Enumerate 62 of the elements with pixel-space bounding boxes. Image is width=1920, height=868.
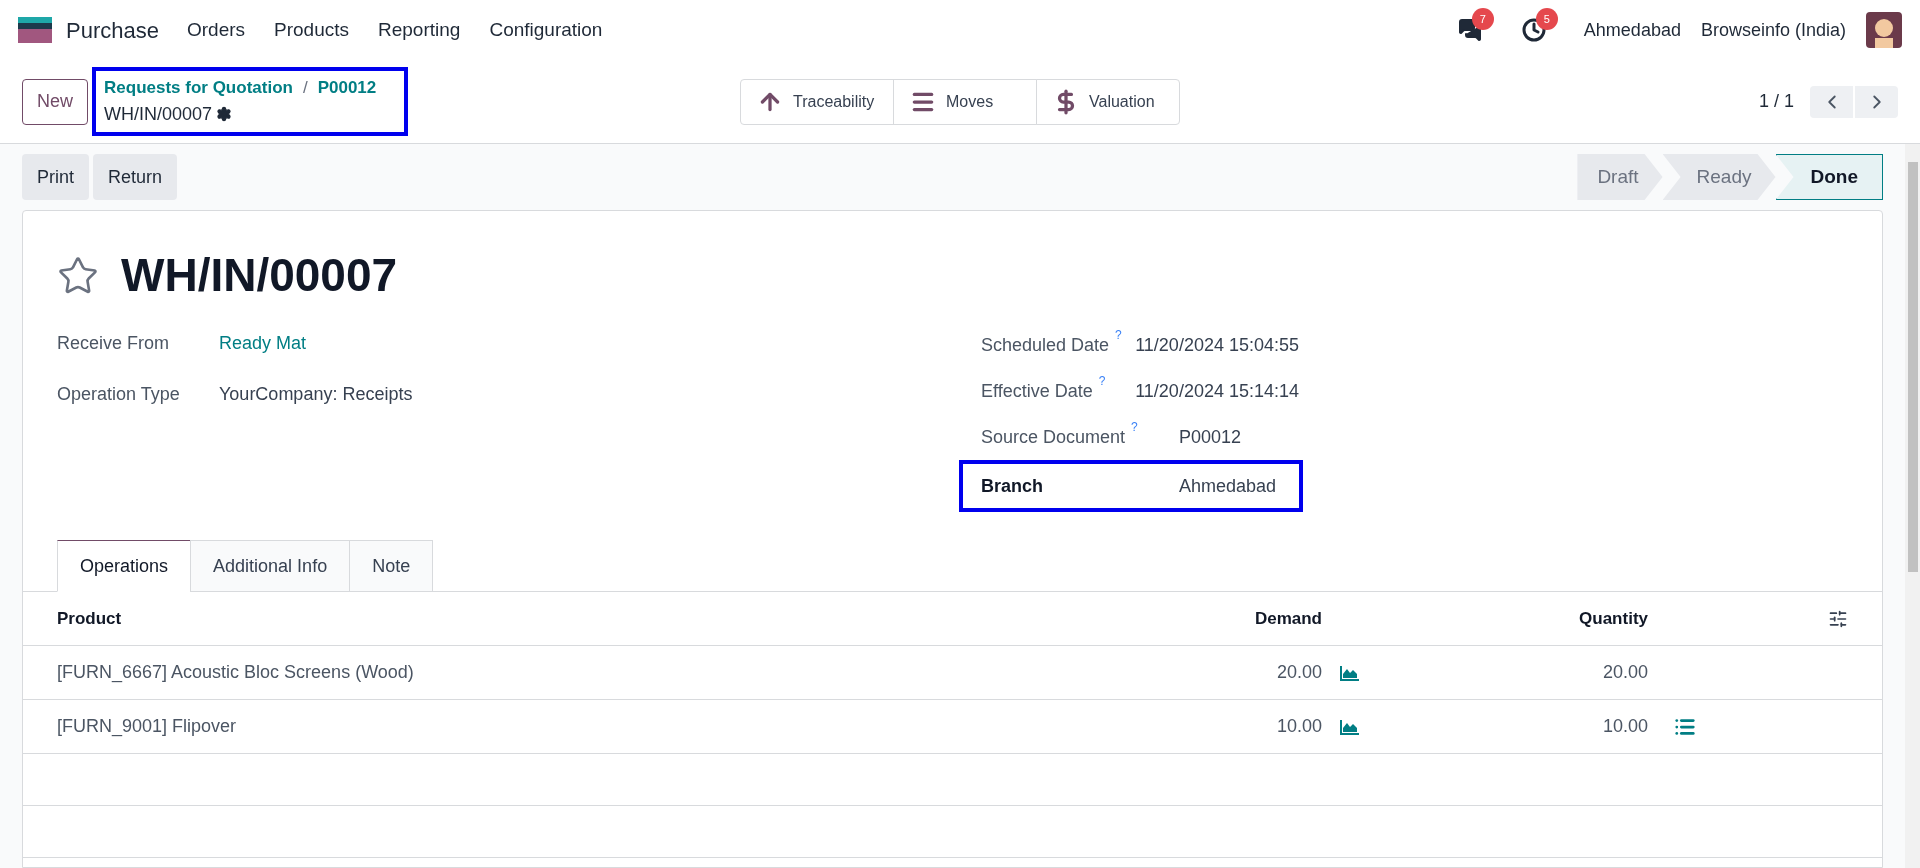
table-cell-text: 10.00 — [1275, 715, 1322, 738]
help-tooltip[interactable]: ? — [1098, 371, 1106, 390]
help-tooltip[interactable]: ? — [1131, 417, 1138, 436]
field-value: P00012 — [1179, 425, 1242, 449]
menu-item[interactable]: Products — [274, 15, 349, 45]
user-avatar[interactable] — [1866, 12, 1902, 48]
app-name[interactable]: Purchase — [66, 13, 159, 47]
app-logo-icon[interactable] — [18, 17, 52, 43]
menu-item[interactable]: Orders — [186, 15, 246, 45]
help-tooltip[interactable]: ? — [1115, 325, 1122, 344]
breadcrumb-link[interactable]: P00012 — [317, 75, 377, 101]
tab[interactable]: Note — [349, 540, 434, 592]
record-title: WH/IN/00007 — [121, 248, 398, 303]
record-name: WH/IN/00007 — [104, 102, 213, 126]
table-cell-text: 20.00 — [1601, 661, 1648, 684]
status-step[interactable]: Ready — [1662, 154, 1776, 200]
area-chart-icon[interactable] — [1340, 664, 1360, 681]
pager-value: 1 / 1 — [1758, 90, 1794, 113]
field-value: YourCompany: Receipts — [219, 383, 413, 406]
action-button[interactable]: Print — [22, 154, 89, 200]
smart-button[interactable]: Moves — [893, 78, 1037, 125]
smart-button[interactable]: Valuation — [1036, 78, 1180, 125]
tab[interactable]: Additional Info — [190, 540, 351, 592]
status-step[interactable]: Draft — [1577, 154, 1663, 200]
tab[interactable]: Operations — [57, 540, 192, 592]
breadcrumb-separator: / — [302, 77, 308, 100]
company-switcher[interactable]: Browseinfo (India) — [1700, 16, 1846, 44]
field-label: Scheduled Date — [981, 333, 1110, 357]
scrollbar[interactable] — [1905, 144, 1920, 868]
breadcrumb-link[interactable]: Requests for Quotation — [104, 75, 293, 101]
smart-button[interactable]: Traceability — [740, 78, 894, 125]
notification-badge: 7 — [1471, 8, 1494, 30]
new-button[interactable]: New — [22, 78, 88, 125]
field-value: 11/20/2024 15:14:14 — [1135, 379, 1299, 403]
field-label: Effective Date — [981, 379, 1093, 403]
field-label: Operation Type — [57, 383, 181, 406]
status-step[interactable]: Done — [1775, 154, 1883, 200]
menu-item[interactable]: Reporting — [378, 15, 461, 45]
column-header[interactable]: Quantity — [1378, 605, 1648, 632]
table-cell-text: [FURN_9001] Flipover — [57, 715, 238, 739]
clock-icon[interactable] — [1521, 18, 1546, 42]
action-button[interactable]: Return — [93, 154, 178, 200]
field-value: Ahmedabad — [1179, 474, 1277, 498]
table-cell-text: 20.00 — [1275, 661, 1322, 684]
chat-icon[interactable] — [1457, 18, 1482, 42]
table-cell-text: 10.00 — [1601, 715, 1648, 738]
field-value[interactable]: Ready Mat — [219, 330, 307, 357]
field-label: Receive From — [57, 332, 171, 355]
column-header[interactable]: Product — [57, 605, 1122, 632]
menu-item[interactable]: Configuration — [489, 15, 603, 45]
column-header[interactable]: Demand — [1122, 605, 1322, 632]
next-button[interactable] — [1855, 85, 1898, 118]
previous-button[interactable] — [1810, 85, 1853, 118]
column-settings-icon[interactable] — [1828, 608, 1848, 629]
table-cell-text: [FURN_6667] Acoustic Bloc Screens (Wood) — [57, 661, 415, 685]
notification-badge: 5 — [1535, 8, 1558, 30]
branch-switcher[interactable]: Ahmedabad — [1583, 16, 1681, 44]
field-label: Source Document — [981, 425, 1126, 449]
settings-icon[interactable] — [216, 106, 233, 123]
field-label: Branch — [981, 474, 1043, 498]
field-value: 11/20/2024 15:04:55 — [1135, 333, 1299, 357]
area-chart-icon[interactable] — [1340, 718, 1360, 735]
